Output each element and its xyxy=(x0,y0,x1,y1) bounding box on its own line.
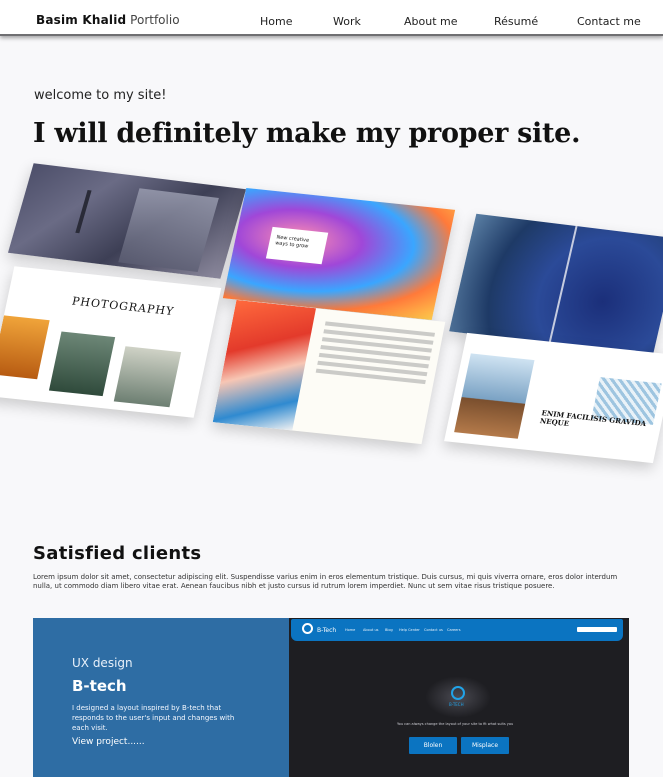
preview-navbar: B-Tech Home About us Blog Help Center Co… xyxy=(291,619,623,641)
preview-nav-item: Careers xyxy=(447,628,461,632)
preview-tagline: You can always change the layout of your… xyxy=(397,722,514,726)
mockup-text-lines xyxy=(324,321,436,337)
preview-brand: B-Tech xyxy=(317,627,337,634)
top-navbar: Basim Khalid Portfolio Home Work About m… xyxy=(0,0,663,36)
nav-contact-me[interactable]: Contact me xyxy=(577,15,641,28)
project-preview-screenshot[interactable]: B-Tech Home About us Blog Help Center Co… xyxy=(289,618,629,777)
mockup-paint-swirl xyxy=(212,299,317,431)
mockup-mountain-photo xyxy=(113,346,182,408)
nav-work[interactable]: Work xyxy=(333,15,361,28)
project-description: I designed a layout inspired by B-tech t… xyxy=(72,704,235,732)
project-category: UX design xyxy=(72,656,133,670)
clients-description: Lorem ipsum dolor sit amet, consectetur … xyxy=(33,573,618,590)
mockup-city-photo xyxy=(7,163,247,279)
nav-about-me[interactable]: About me xyxy=(404,15,458,28)
preview-nav-item: Blog xyxy=(385,628,393,632)
mockup-colorful-swirl: New creative ways to grow xyxy=(222,187,456,321)
nav-home[interactable]: Home xyxy=(260,15,292,28)
mockup-split-line xyxy=(548,225,578,344)
preview-button-blolen: Blolen xyxy=(409,737,457,754)
preview-emblem-label: B-TECH xyxy=(449,702,464,707)
church-spire-shape xyxy=(75,189,92,234)
project-name: B-tech xyxy=(72,677,127,695)
mockup-building-photo xyxy=(454,353,535,439)
brand-logo[interactable]: Basim Khalid Portfolio xyxy=(36,13,180,27)
project-card: UX design B-tech I designed a layout ins… xyxy=(33,618,629,777)
preview-search-box xyxy=(577,627,617,632)
clients-heading: Satisfied clients xyxy=(33,543,202,564)
preview-logo-icon xyxy=(302,623,313,634)
preview-nav-item: Help Center xyxy=(399,628,420,632)
preview-nav-item: About us xyxy=(363,628,379,632)
mockup-architecture: ENIM FACILISIS GRAVIDA NEQUE xyxy=(444,332,663,464)
building-shape xyxy=(118,188,219,272)
nav-resume[interactable]: Résumé xyxy=(494,15,538,28)
preview-nav-item: Home xyxy=(345,628,356,632)
view-project-link[interactable]: View project...... xyxy=(72,737,145,747)
brand-name: Basim Khalid xyxy=(36,13,127,27)
mockup-photography-title: PHOTOGRAPHY xyxy=(70,294,176,319)
mockup-card: New creative ways to grow xyxy=(265,226,329,265)
hero-headline: I will definitely make my proper site. xyxy=(33,118,581,149)
welcome-text: welcome to my site! xyxy=(34,88,167,103)
mockup-paint-article xyxy=(212,299,446,445)
preview-button-misplace: Misplace xyxy=(461,737,509,754)
mockup-forest-photo xyxy=(48,331,116,397)
preview-emblem-icon xyxy=(451,686,465,700)
mockup-photography: PHOTOGRAPHY xyxy=(0,266,222,418)
brand-subtitle: Portfolio xyxy=(130,13,180,27)
mockup-card-text: New creative ways to grow xyxy=(274,234,310,250)
mockup-desert-photo xyxy=(0,315,50,380)
preview-nav-item: Contact us xyxy=(424,628,443,632)
